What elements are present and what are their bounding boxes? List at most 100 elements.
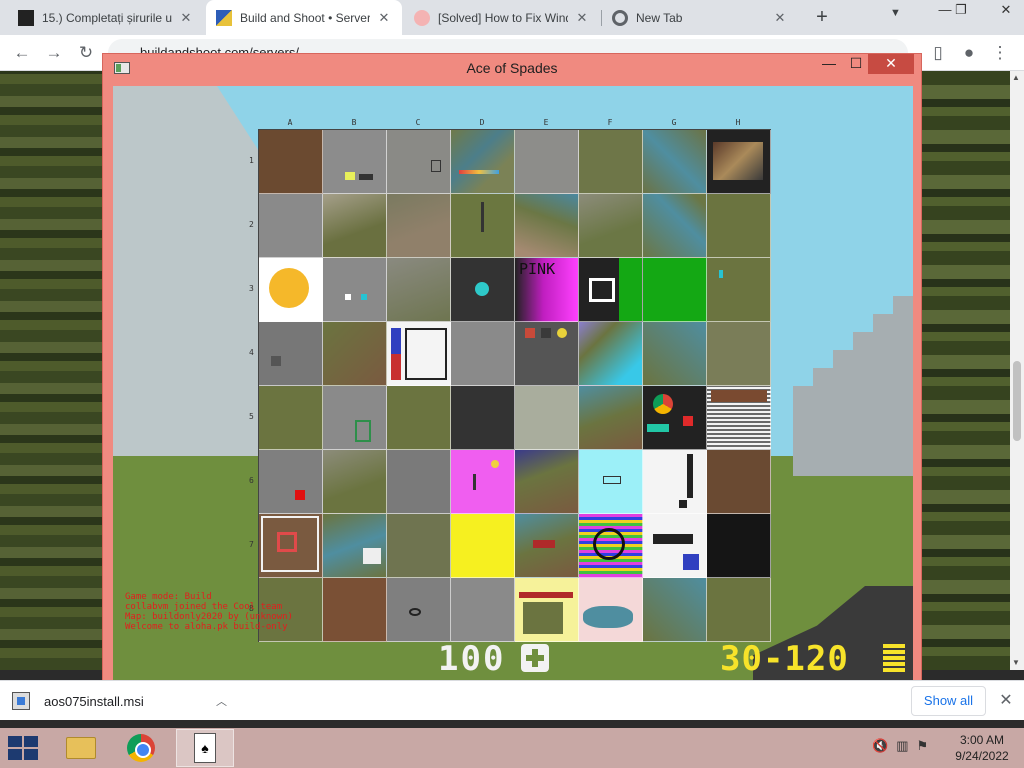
map-col-label: A	[287, 118, 293, 127]
map-tile	[387, 322, 451, 386]
map-tile	[579, 386, 643, 450]
map-tile	[643, 130, 707, 194]
map-tile	[515, 386, 579, 450]
profile-avatar-icon[interactable]: ●	[957, 41, 981, 65]
map-row-label: 2	[249, 220, 254, 229]
taskbar-file-explorer[interactable]	[52, 729, 110, 767]
browser-tab-strip: 15.) Completați șirurile u ✕ Build and S…	[0, 0, 1024, 35]
taskbar-chrome[interactable]	[112, 729, 170, 767]
chrome-icon	[127, 734, 155, 762]
scroll-up-icon[interactable]: ▲	[1012, 73, 1020, 82]
show-all-button[interactable]: Show all	[911, 686, 986, 716]
tab-search-chevron-icon[interactable]: ▼	[890, 7, 901, 19]
map-tile	[451, 322, 515, 386]
tab-favicon-icon	[216, 9, 232, 26]
tab-close-icon[interactable]: ✕	[574, 10, 590, 26]
game-minimize-button[interactable]: —	[814, 54, 844, 74]
hud-ammo-value: 30-120	[720, 639, 849, 679]
map-tile	[259, 194, 323, 258]
map-tile	[323, 130, 387, 194]
game-maximize-button[interactable]: ☐	[841, 54, 871, 74]
side-panel-icon[interactable]: ▯	[926, 41, 950, 65]
forward-arrow-icon[interactable]: →	[42, 41, 66, 65]
game-close-button[interactable]: ✕	[868, 54, 914, 74]
volume-muted-icon[interactable]: 🔇	[872, 738, 888, 754]
download-item[interactable]: aos075install.msi ︿	[12, 687, 227, 715]
map-tile	[579, 578, 643, 642]
map-tile	[323, 322, 387, 386]
game-viewport[interactable]: A B C D E F G H 1 2 3 4 5 6 7 8 PINK Gam…	[113, 86, 913, 685]
taskbar-ace-of-spades[interactable]: ♠	[176, 729, 234, 767]
map-tile	[451, 130, 515, 194]
map-tile: PINK	[515, 258, 579, 322]
reload-icon[interactable]: ↻	[74, 41, 98, 65]
scrollbar-thumb[interactable]	[1013, 361, 1021, 441]
map-tile	[643, 386, 707, 450]
tab-build-and-shoot[interactable]: Build and Shoot • Servers ✕	[206, 0, 402, 35]
tab-new-tab[interactable]: New Tab ✕	[602, 0, 798, 35]
hud-health-value: 100	[438, 639, 506, 679]
tab-close-icon[interactable]: ✕	[178, 10, 194, 26]
chat-line: collabvm joined the Cool team	[125, 602, 283, 612]
windows-start-icon[interactable]	[8, 736, 40, 760]
map-col-label: D	[479, 118, 485, 127]
map-tile	[387, 386, 451, 450]
chat-line: Map: buildonly2020 by (unknown)	[125, 612, 293, 622]
clock-time: 3:00 AM	[959, 733, 1005, 747]
map-tile	[515, 450, 579, 514]
minimap-grid: PINK	[258, 129, 771, 642]
action-center-icon[interactable]: ⚑	[916, 738, 928, 754]
map-tile	[643, 322, 707, 386]
map-tile	[451, 194, 515, 258]
map-tile	[323, 386, 387, 450]
map-row-label: 7	[249, 540, 254, 549]
map-tile	[387, 258, 451, 322]
map-tile	[259, 322, 323, 386]
map-tile	[707, 130, 771, 194]
map-col-label: B	[351, 118, 357, 127]
browser-restore-button[interactable]: ❐	[945, 0, 977, 22]
scroll-down-icon[interactable]: ▼	[1012, 658, 1020, 667]
map-tile	[579, 450, 643, 514]
taskbar-clock[interactable]: 3:00 AM 9/24/2022	[950, 732, 1014, 764]
tab-title: [Solved] How to Fix Wind	[438, 10, 568, 25]
map-tile	[451, 578, 515, 642]
map-tile	[323, 194, 387, 258]
tab-completati[interactable]: 15.) Completați șirurile u ✕	[8, 0, 204, 35]
map-tile	[707, 194, 771, 258]
map-tile	[451, 386, 515, 450]
network-icon[interactable]: ▥	[896, 738, 908, 754]
new-tab-button[interactable]: +	[810, 6, 834, 30]
chat-log: Game mode: Build collabvm joined the Coo…	[125, 592, 425, 632]
map-tile	[707, 450, 771, 514]
map-row-label: 3	[249, 284, 254, 293]
map-tile	[643, 578, 707, 642]
windows-taskbar: ♠ 🔇 ▥ ⚑ 3:00 AM 9/24/2022	[0, 728, 1024, 768]
browser-close-button[interactable]: ✕	[990, 0, 1022, 22]
chevron-up-icon[interactable]: ︿	[216, 693, 227, 709]
tab-solved-fix-windows[interactable]: [Solved] How to Fix Wind ✕	[404, 0, 600, 35]
chrome-icon	[612, 9, 628, 26]
download-file-name: aos075install.msi	[44, 693, 144, 709]
map-tile	[515, 130, 579, 194]
downloads-close-icon[interactable]: ✕	[996, 690, 1016, 710]
back-arrow-icon[interactable]: ←	[10, 41, 34, 65]
tab-close-icon[interactable]: ✕	[376, 10, 392, 26]
map-tile	[451, 258, 515, 322]
map-tile	[387, 450, 451, 514]
tab-close-icon[interactable]: ✕	[772, 10, 788, 26]
map-tile	[451, 450, 515, 514]
tab-favicon-icon	[18, 9, 34, 26]
map-tile	[323, 450, 387, 514]
installer-file-icon	[12, 692, 30, 710]
map-col-label: F	[607, 118, 613, 127]
page-scrollbar[interactable]: ▲ ▼	[1010, 71, 1024, 670]
map-row-label: 4	[249, 348, 254, 357]
tab-title: New Tab	[636, 10, 683, 25]
map-tile	[643, 514, 707, 578]
chat-line: Welcome to aloha.pk build-only	[125, 622, 288, 632]
map-row-label: 5	[249, 412, 254, 421]
browser-menu-icon[interactable]: ⋮	[988, 41, 1012, 65]
downloads-bar: aos075install.msi ︿ Show all ✕	[0, 680, 1024, 720]
map-tile	[579, 258, 643, 322]
